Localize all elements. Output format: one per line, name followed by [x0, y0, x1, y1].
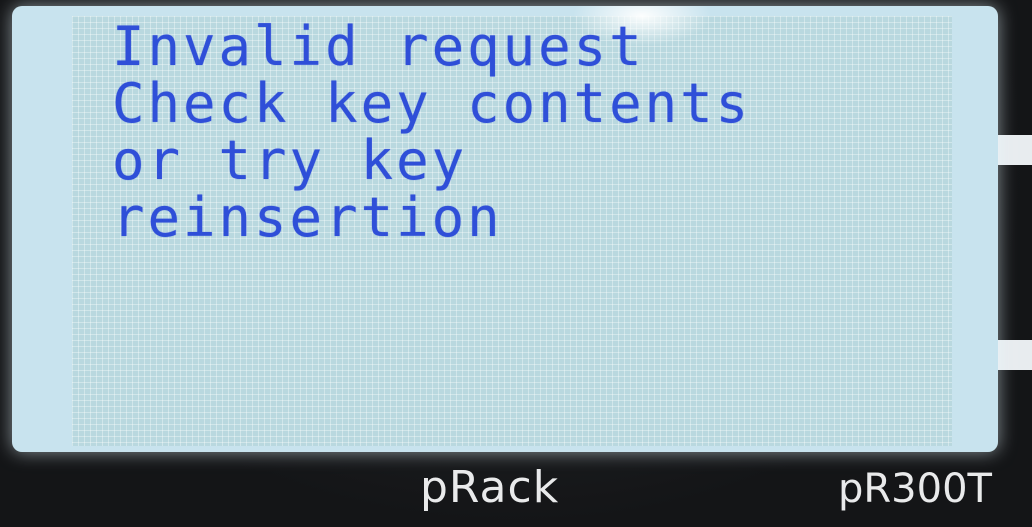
lcd-line-2: Check key contents — [112, 72, 752, 135]
model-label: pR300T — [838, 466, 992, 512]
lcd-line-3: or try key — [112, 129, 468, 192]
lcd-screen: Invalid request Check key contents or tr… — [12, 6, 998, 452]
lcd-message: Invalid request Check key contents or tr… — [112, 18, 751, 246]
lcd-line-4: reinsertion — [112, 186, 503, 249]
brand-logo: pRack — [420, 462, 560, 513]
lcd-line-1: Invalid request — [112, 15, 645, 78]
